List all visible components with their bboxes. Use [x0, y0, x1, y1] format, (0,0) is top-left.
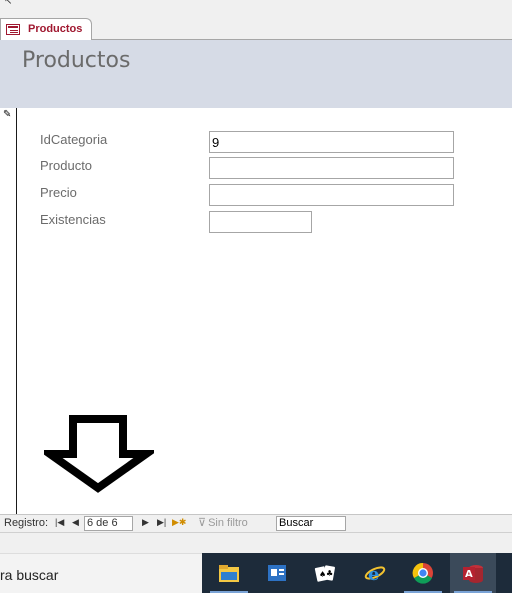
- first-record-button[interactable]: |◀: [55, 517, 64, 528]
- last-record-button[interactable]: ▶|: [157, 517, 166, 528]
- tab-label: Productos: [28, 23, 83, 35]
- previous-record-button[interactable]: ◀: [72, 517, 79, 528]
- current-record-field[interactable]: 6 de 6: [84, 516, 133, 531]
- field-label-existencias: Existencias: [40, 212, 106, 227]
- svg-text:♣: ♣: [326, 569, 333, 578]
- record-label: Registro:: [4, 517, 49, 529]
- field-label-idcategoria: IdCategoria: [40, 132, 108, 147]
- next-record-button[interactable]: ▶: [142, 517, 149, 528]
- taskbar-search-text: ra buscar: [0, 567, 59, 583]
- new-record-button[interactable]: ▶✱: [172, 517, 186, 528]
- record-selector[interactable]: ✎: [0, 108, 17, 514]
- taskbar-access[interactable]: A: [450, 553, 496, 593]
- tab-productos[interactable]: Productos: [0, 18, 92, 41]
- producto-field[interactable]: [209, 157, 454, 179]
- internet-explorer-icon: e: [364, 564, 386, 584]
- pointer-fragment-icon: ↖: [4, 0, 13, 7]
- search-input[interactable]: Buscar: [276, 516, 346, 531]
- window-top-bar: ↖: [0, 0, 512, 17]
- field-label-producto: Producto: [40, 158, 93, 173]
- taskbar-search[interactable]: ra buscar: [0, 553, 202, 593]
- contact-card-icon: [268, 565, 286, 581]
- taskbar-outlook[interactable]: [254, 553, 300, 593]
- existencias-field[interactable]: [209, 211, 312, 233]
- document-tab-strip: Productos: [0, 17, 512, 41]
- svg-text:e: e: [368, 564, 379, 584]
- filter-toggle[interactable]: ⊽ Sin filtro: [198, 516, 248, 529]
- page-title: Productos: [22, 48, 131, 73]
- filter-label: Sin filtro: [208, 517, 248, 529]
- idcategoria-field[interactable]: [209, 131, 454, 153]
- down-arrow-icon: [44, 415, 154, 493]
- pencil-icon: ✎: [3, 109, 12, 120]
- record-navigation-bar: Registro: |◀ ◀ 6 de 6 ▶ ▶| ▶✱ ⊽ Sin filtr…: [0, 514, 512, 532]
- chrome-icon: [412, 562, 433, 584]
- taskbar-internet-explorer[interactable]: e: [352, 553, 398, 593]
- svg-text:A: A: [465, 569, 473, 580]
- precio-field[interactable]: [209, 184, 454, 206]
- access-icon: A: [463, 565, 483, 583]
- taskbar: ra buscar ♠ ♣ e A: [0, 553, 512, 593]
- field-label-precio: Precio: [40, 185, 77, 200]
- status-bar: [0, 532, 512, 553]
- form-icon: [6, 24, 20, 35]
- taskbar-file-explorer[interactable]: [206, 553, 252, 593]
- taskbar-chrome[interactable]: [400, 553, 446, 593]
- filter-icon: ⊽: [198, 517, 207, 529]
- form-header: Productos: [0, 40, 512, 108]
- cards-icon: ♠ ♣: [314, 565, 335, 582]
- folder-icon: [219, 565, 239, 582]
- taskbar-solitaire[interactable]: ♠ ♣: [302, 553, 348, 593]
